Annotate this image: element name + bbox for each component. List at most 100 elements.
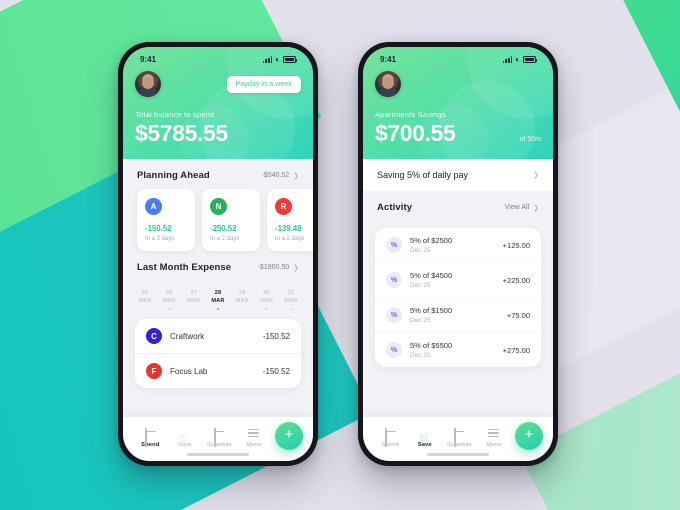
- merchant-icon: C: [146, 328, 162, 345]
- activity-date: Dec 25: [410, 282, 431, 289]
- nav-item-spend[interactable]: Spend: [373, 424, 408, 448]
- card-icon: [384, 428, 396, 447]
- view-all-label: View All: [504, 204, 530, 211]
- savings-label: Apartments Savings: [375, 110, 446, 119]
- planning-card-list: A -150.52 In a 2 days N -250.52 In a 2 days R -…: [123, 189, 313, 251]
- activity-row[interactable]: % 5% of $4500 Dec 25 +225.00: [375, 262, 541, 297]
- nav-item-menu[interactable]: Menu: [237, 424, 272, 448]
- home-indicator: [427, 453, 489, 456]
- activity-amount: +225.00: [502, 275, 530, 285]
- date-cell[interactable]: 27 MAR: [185, 289, 203, 310]
- nav-item-spend[interactable]: Spend: [133, 424, 168, 448]
- planning-card-icon: R: [275, 198, 292, 215]
- nav-item-save[interactable]: ♡ Save: [408, 424, 443, 449]
- planning-card-when: In a 2 days: [145, 236, 175, 242]
- status-time: 9:41: [380, 55, 397, 64]
- chevron-right-icon: ❯: [533, 204, 539, 212]
- date-dot-icon: [216, 307, 220, 311]
- date-day: 31: [287, 290, 295, 296]
- header-top-row: [375, 71, 541, 97]
- date-month: MAR: [211, 298, 225, 305]
- nav-item-schedule[interactable]: Schedule: [442, 424, 477, 448]
- transaction-row[interactable]: C Craftwork -150.52: [135, 319, 301, 353]
- status-icons: ◐: [262, 54, 298, 64]
- planning-card-icon: A: [145, 198, 162, 215]
- merchant-icon: F: [146, 363, 162, 380]
- activity-date: Dec 25: [410, 352, 431, 359]
- transaction-list: C Craftwork -150.52 F Focus Lab -150.52: [135, 319, 301, 389]
- save-body: Saving 5% of daily pay ❯ Activity View A…: [363, 159, 553, 461]
- date-day: 30: [263, 290, 270, 296]
- activity-text: 5% of $1500 Dec 25: [410, 306, 499, 324]
- activity-row[interactable]: % 5% of $2500 Dec 25 +125.00: [375, 228, 541, 262]
- wifi-icon: ◐: [515, 54, 520, 64]
- nav-label: Spend: [141, 442, 160, 448]
- date-cell[interactable]: 26 MAR: [160, 289, 178, 311]
- date-month: MAR: [162, 298, 176, 305]
- savings-rule-row[interactable]: Saving 5% of daily pay ❯: [363, 159, 553, 191]
- home-indicator: [187, 453, 249, 456]
- activity-title: 5% of $1500: [410, 306, 453, 315]
- activity-text: 5% of $2500 Dec 25: [410, 236, 495, 254]
- date-cell[interactable]: 29 MAR: [233, 289, 251, 310]
- date-dot-icon: [265, 307, 268, 311]
- date-month: MAR: [235, 298, 249, 305]
- date-day: 25: [141, 290, 149, 296]
- last-month-expense-total: -$1800.50: [257, 264, 290, 271]
- date-month: MAR: [187, 298, 201, 305]
- heart-icon: ♡: [179, 434, 189, 445]
- view-all-link[interactable]: View All ❯: [505, 204, 539, 212]
- menu-icon: [248, 429, 260, 439]
- activity-row[interactable]: % 5% of $5500 Dec 25 +275.00: [375, 332, 541, 367]
- date-day: 28: [214, 290, 222, 296]
- date-cell[interactable]: 30 MAR: [258, 289, 276, 311]
- activity-amount: +75.00: [506, 310, 530, 320]
- activity-amount: +275.00: [502, 345, 530, 355]
- planning-card-when: In a 2 days: [275, 236, 305, 242]
- phone-mockup-save: 9:41 ◐ Apartments Savings $700.55 of 50m…: [358, 42, 558, 466]
- activity-row[interactable]: % 5% of $1500 Dec 25 +75.00: [375, 297, 541, 332]
- planning-card[interactable]: R -139.48 In a 2 days: [267, 189, 313, 251]
- last-month-expense-title: Last Month Expense: [137, 262, 232, 273]
- activity-title: 5% of $5500: [410, 341, 453, 350]
- planning-card[interactable]: N -250.52 In a 2 days: [202, 189, 260, 251]
- balance-amount: $5785.55: [135, 120, 228, 146]
- battery-icon: [283, 56, 298, 63]
- date-cell[interactable]: 28 MAR: [209, 289, 227, 311]
- nav-label: Schedule: [206, 442, 232, 448]
- activity-list: % 5% of $2500 Dec 25 +125.00% 5% of $4500 Dec…: [375, 228, 541, 367]
- transaction-row[interactable]: F Focus Lab -150.52: [135, 353, 301, 388]
- activity-date: Dec 25: [410, 247, 431, 254]
- activity-title: Activity: [377, 202, 413, 213]
- add-button[interactable]: +: [515, 422, 543, 450]
- card-icon: [144, 428, 156, 447]
- planning-card-amount: -139.48: [275, 224, 302, 233]
- avatar[interactable]: [135, 71, 161, 97]
- activity-amount: +125.00: [502, 240, 530, 250]
- planning-card[interactable]: A -150.52 In a 2 days: [137, 189, 195, 251]
- activity-title: 5% of $2500: [410, 236, 453, 245]
- date-month: MAR: [284, 298, 298, 305]
- planning-card-amount: -250.52: [210, 224, 237, 233]
- merchant-name: Craftwork: [170, 331, 205, 341]
- planning-ahead-total: -$540.52: [261, 172, 290, 179]
- date-day: 26: [166, 290, 173, 296]
- planning-ahead-total-link[interactable]: -$540.52 ❯: [261, 172, 299, 180]
- date-dot-icon: [168, 307, 171, 311]
- avatar[interactable]: [375, 71, 401, 97]
- signal-icon: [502, 56, 513, 63]
- date-month: MAR: [138, 298, 152, 305]
- nav-item-menu[interactable]: Menu: [477, 424, 512, 448]
- payday-badge[interactable]: Payday in a week: [226, 75, 301, 93]
- date-cell[interactable]: 25 MAR: [136, 289, 154, 310]
- wifi-icon: ◐: [275, 54, 280, 64]
- nav-item-save[interactable]: ♡ Save: [168, 424, 203, 449]
- planning-ahead-header: Planning Ahead -$540.52 ❯: [123, 159, 313, 189]
- activity-date: Dec 25: [410, 317, 431, 324]
- date-cell[interactable]: 31 MAR: [282, 289, 300, 311]
- date-day: 27: [190, 290, 197, 296]
- nav-item-schedule[interactable]: Schedule: [202, 424, 237, 448]
- last-month-expense-total-link[interactable]: -$1800.50 ❯: [258, 264, 299, 272]
- add-button[interactable]: +: [275, 422, 303, 450]
- phone-mockup-spend: 9:41 ◐ Payday in a week Total balance to…: [118, 42, 318, 466]
